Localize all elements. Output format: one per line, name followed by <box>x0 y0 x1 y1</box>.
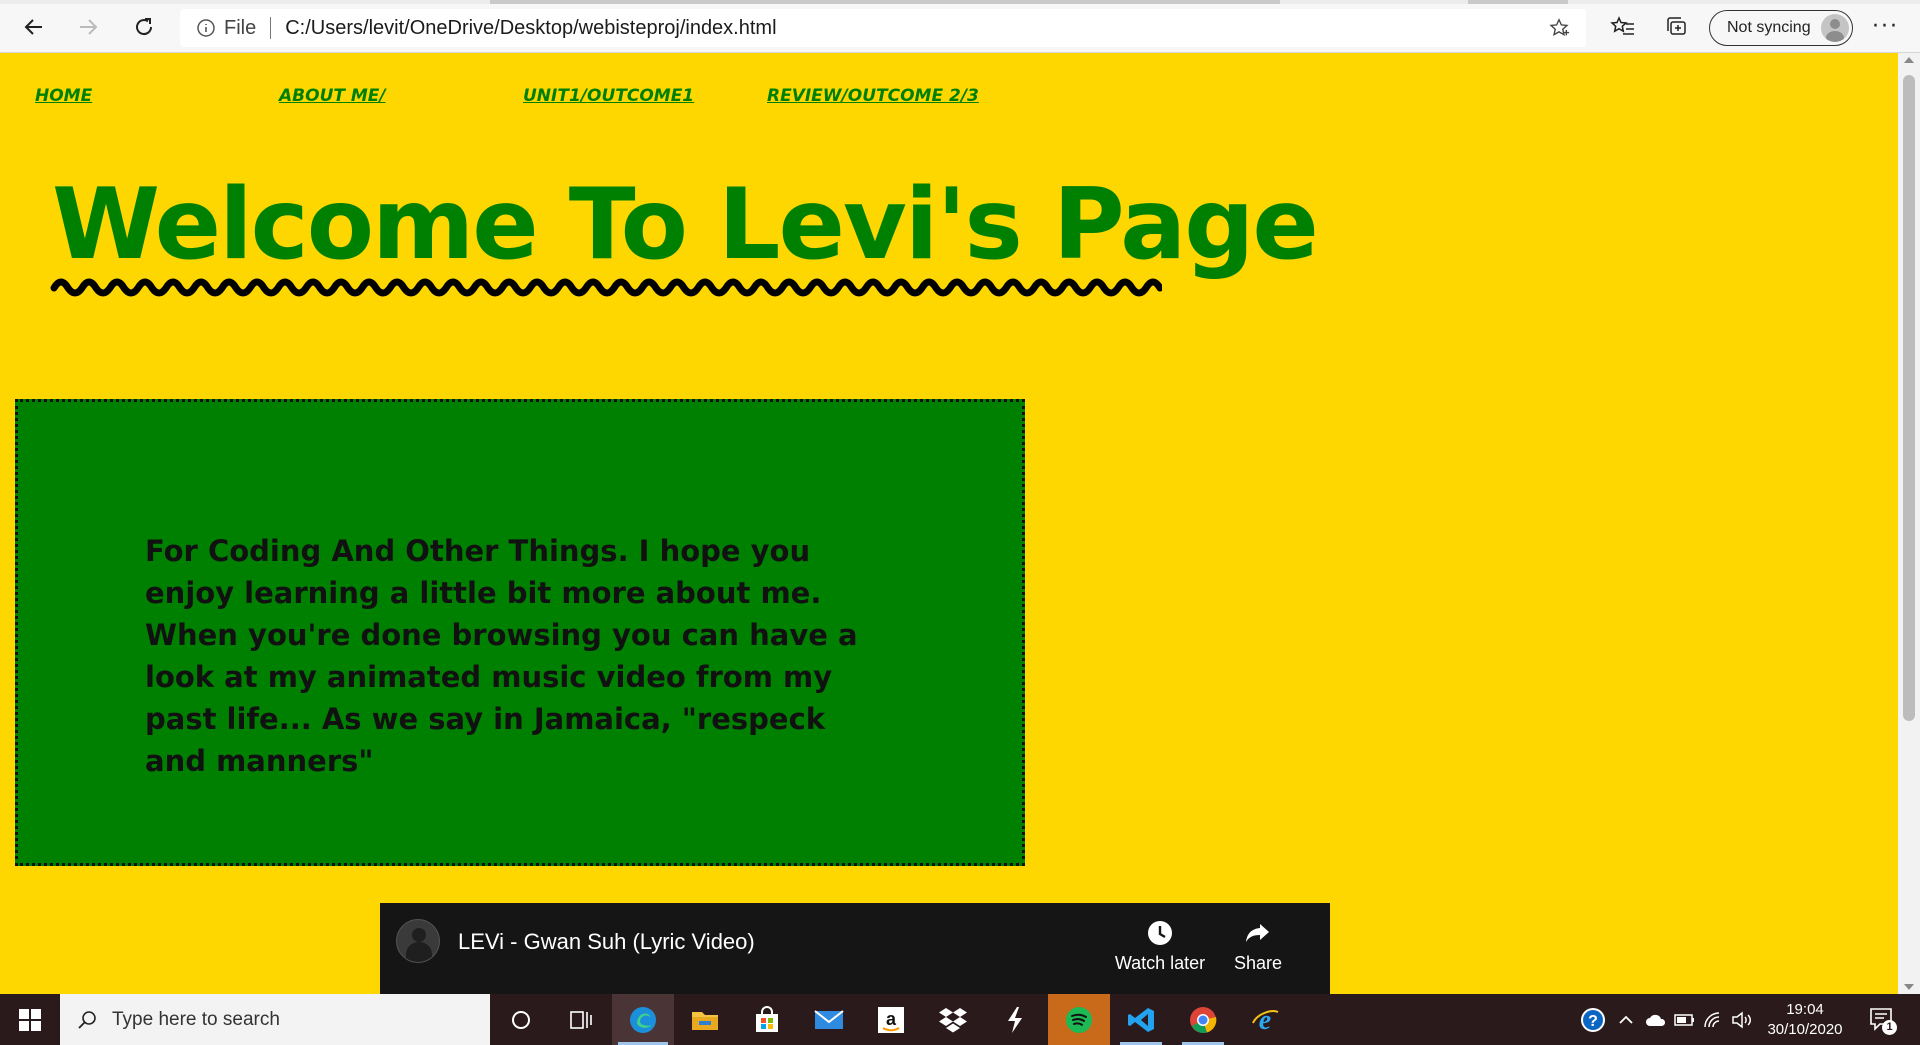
cortana-button[interactable] <box>490 994 552 1045</box>
chevron-up-icon <box>1619 1015 1633 1024</box>
address-prefix: File <box>224 16 257 39</box>
cortana-icon <box>512 1010 530 1029</box>
watch-later-button[interactable]: Watch later <box>1110 919 1210 974</box>
battery-tray-button[interactable] <box>1672 994 1698 1045</box>
start-button[interactable] <box>0 994 60 1045</box>
search-icon <box>78 1010 96 1029</box>
tab-strip-edge <box>0 0 1920 4</box>
collections-icon[interactable] <box>1664 14 1690 40</box>
svg-text:?: ? <box>1588 1013 1598 1030</box>
favorites-icon[interactable] <box>1610 14 1636 40</box>
back-arrow-icon <box>24 19 42 35</box>
show-hidden-icons-button[interactable] <box>1614 994 1638 1045</box>
share-button[interactable]: Share <box>1208 919 1308 974</box>
mail-icon <box>814 1009 844 1029</box>
taskbar-app-edge[interactable] <box>612 994 674 1045</box>
taskbar-search[interactable]: Type here to search <box>60 994 490 1045</box>
sync-status-label: Not syncing <box>1727 19 1811 36</box>
watch-later-label: Watch later <box>1114 953 1206 973</box>
back-button[interactable] <box>18 11 50 43</box>
refresh-icon <box>136 18 153 36</box>
vscode-icon <box>1128 1007 1154 1032</box>
taskbar-app-spotify[interactable] <box>1048 994 1110 1045</box>
address-divider <box>270 17 272 39</box>
task-view-button[interactable] <box>550 994 612 1045</box>
taskbar-app-mail[interactable] <box>798 994 860 1045</box>
notification-count-badge: 1 <box>1882 1020 1897 1035</box>
taskbar-clock[interactable]: 19:04 30/10/2020 <box>1760 1000 1850 1040</box>
task-view-icon <box>570 1010 592 1029</box>
profile-avatar-icon <box>1821 14 1849 42</box>
chrome-icon <box>1190 1006 1217 1033</box>
svg-text:a: a <box>886 1009 897 1029</box>
speaker-icon <box>1732 1010 1751 1029</box>
address-bar[interactable]: File C:/Users/levit/OneDrive/Desktop/web… <box>180 9 1586 47</box>
profile-sync-button[interactable]: Not syncing <box>1709 10 1853 46</box>
volume-tray-button[interactable] <box>1728 994 1756 1045</box>
store-bag-icon <box>756 1005 778 1032</box>
edge-icon <box>630 1006 656 1033</box>
folder-icon <box>692 1011 718 1030</box>
taskbar-app-lightning[interactable] <box>984 994 1046 1045</box>
forward-arrow-icon <box>80 19 98 35</box>
share-label: Share <box>1233 953 1283 973</box>
battery-icon <box>1674 1013 1694 1026</box>
wavy-underline <box>50 278 1162 297</box>
clock-time: 19:04 <box>1786 1001 1824 1018</box>
intro-paragraph: For Coding And Other Things. I hope you … <box>145 534 858 778</box>
search-placeholder: Type here to search <box>112 1008 280 1030</box>
cloud-icon <box>1646 1014 1666 1026</box>
action-center-button[interactable]: 1 <box>1868 1006 1897 1035</box>
help-tray-button[interactable]: ? <box>1578 994 1608 1045</box>
info-icon[interactable] <box>196 18 216 38</box>
share-arrow-icon <box>1246 924 1269 942</box>
network-tray-button[interactable] <box>1700 994 1726 1045</box>
scroll-down-arrow-icon[interactable] <box>1904 984 1914 990</box>
lightning-app-icon <box>1008 1006 1022 1033</box>
add-favorite-star-icon[interactable] <box>1548 17 1570 39</box>
clock-date: 30/10/2020 <box>1767 1021 1843 1038</box>
taskbar-app-dropbox[interactable] <box>922 994 984 1045</box>
page-title: Welcome To Levi's Page <box>52 168 1319 282</box>
video-title[interactable]: LEVi - Gwan Suh (Lyric Video) <box>458 929 755 955</box>
amazon-icon: a <box>878 1006 904 1033</box>
wifi-icon <box>1704 1011 1720 1027</box>
windows-taskbar: Type here to search a e ? 19:04 30/10/20… <box>0 994 1920 1045</box>
windows-logo-icon <box>19 1008 41 1031</box>
forward-button[interactable] <box>72 11 104 43</box>
scrollbar-thumb[interactable] <box>1903 75 1915 721</box>
internet-explorer-icon: e <box>1252 1005 1279 1035</box>
intro-panel: For Coding And Other Things. I hope you … <box>15 399 1025 866</box>
taskbar-app-file-explorer[interactable] <box>674 994 736 1045</box>
channel-avatar[interactable] <box>396 919 440 963</box>
taskbar-app-chrome[interactable] <box>1172 994 1234 1045</box>
taskbar-app-internet-explorer[interactable]: e <box>1234 994 1296 1045</box>
onedrive-tray-button[interactable] <box>1642 994 1670 1045</box>
page-scrollbar[interactable] <box>1898 53 1920 994</box>
taskbar-app-vscode[interactable] <box>1110 994 1172 1045</box>
nav-link-about-me[interactable]: ABOUT ME/ <box>279 86 386 106</box>
scroll-up-arrow-icon[interactable] <box>1904 57 1914 63</box>
help-question-icon: ? <box>1581 1007 1605 1032</box>
nav-link-home[interactable]: HOME <box>35 86 92 106</box>
nav-link-review-outcome[interactable]: REVIEW/OUTCOME 2/3 <box>767 86 979 106</box>
browser-toolbar: File C:/Users/levit/OneDrive/Desktop/web… <box>0 0 1920 53</box>
settings-more-button[interactable]: ··· <box>1872 14 1899 39</box>
clock-icon <box>1148 921 1172 945</box>
spotify-icon <box>1066 1006 1092 1033</box>
taskbar-app-amazon[interactable]: a <box>860 994 922 1045</box>
nav-link-unit1-outcome1[interactable]: UNIT1/OUTCOME1 <box>523 86 694 106</box>
svg-text:e: e <box>1259 1005 1271 1035</box>
address-url[interactable]: C:/Users/levit/OneDrive/Desktop/webistep… <box>285 17 776 40</box>
refresh-button[interactable] <box>128 11 160 43</box>
dropbox-icon <box>939 1007 967 1032</box>
site-nav: HOME ABOUT ME/ UNIT1/OUTCOME1 REVIEW/OUT… <box>0 86 1000 110</box>
taskbar-app-store[interactable] <box>736 994 798 1045</box>
